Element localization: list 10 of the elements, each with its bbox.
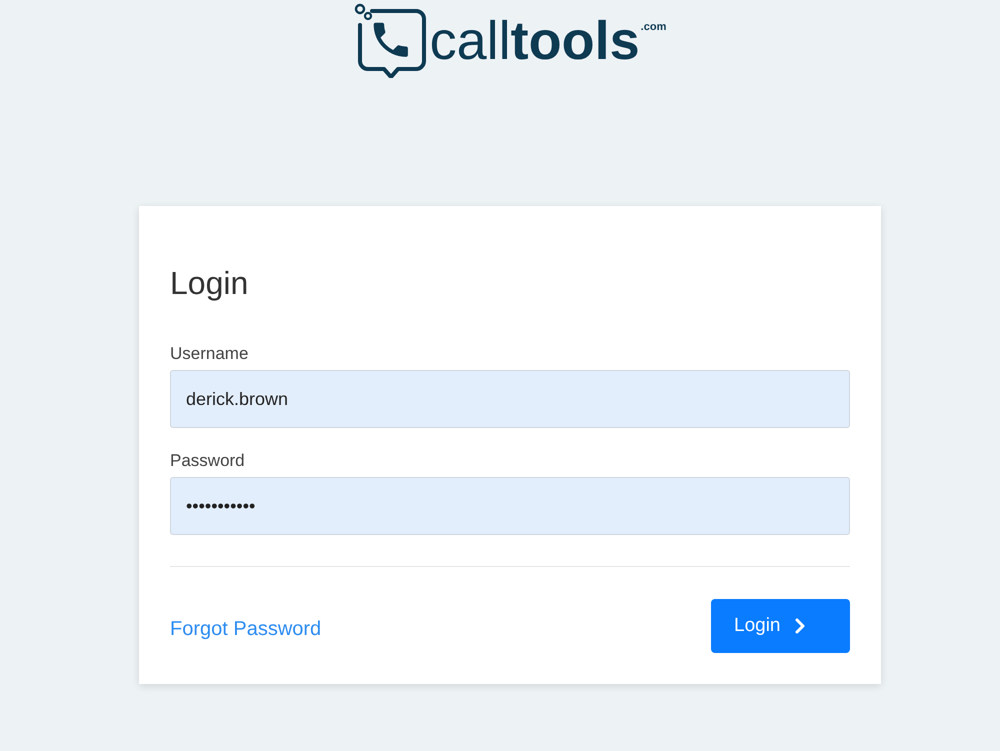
domain-suffix: .com	[640, 20, 666, 32]
chevron-right-icon	[794, 618, 804, 634]
brand-name: calltools	[430, 10, 640, 70]
login-button[interactable]: Login	[711, 599, 850, 653]
input-field[interactable]: •••••••••••	[170, 477, 850, 535]
field-label: Username	[170, 343, 248, 365]
phone-chat-bubble-icon	[354, 3, 428, 78]
form-title: Login	[170, 264, 250, 303]
field-label: Password	[170, 450, 245, 472]
input-field[interactable]: derick.brown	[170, 370, 850, 428]
